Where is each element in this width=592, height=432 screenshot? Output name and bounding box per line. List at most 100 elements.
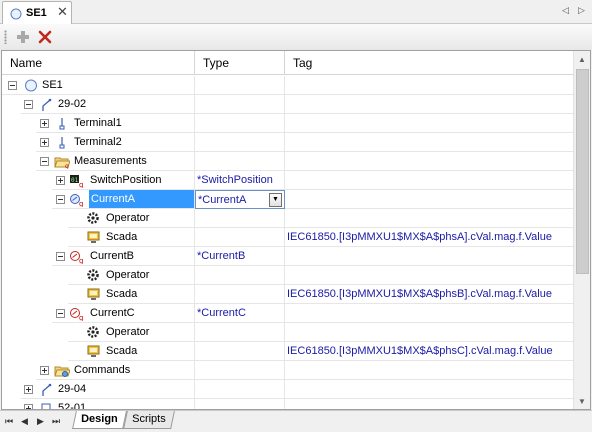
expand-toggle[interactable] xyxy=(56,176,65,185)
scroll-thumb[interactable] xyxy=(576,69,589,274)
type-cell[interactable] xyxy=(195,361,285,380)
type-combobox[interactable]: *CurrentA ▼ xyxy=(195,190,285,209)
tree-grid: Name Type Tag SE1 29-02 Terminal1 Termin… xyxy=(1,50,591,410)
tag-cell[interactable] xyxy=(285,380,573,399)
tab-design[interactable]: Design xyxy=(72,411,127,429)
tree-row-terminal1[interactable]: Terminal1 xyxy=(2,114,573,133)
terminal-icon xyxy=(59,118,65,130)
type-cell[interactable] xyxy=(195,228,285,247)
expand-toggle[interactable] xyxy=(24,385,33,394)
column-header-type[interactable]: Type xyxy=(195,51,285,75)
tag-cell[interactable]: IEC61850.[I3pMMXU1$MX$A$phsC].cVal.mag.f… xyxy=(285,342,573,361)
svg-text:01: 01 xyxy=(71,177,79,184)
add-button[interactable] xyxy=(14,28,32,46)
tag-cell[interactable] xyxy=(285,361,573,380)
tree-row-commands[interactable]: Commands xyxy=(2,361,573,380)
type-cell[interactable] xyxy=(195,399,285,409)
tree-row-29-02[interactable]: 29-02 xyxy=(2,95,573,114)
tree-row-currentb[interactable]: g CurrentB *CurrentB xyxy=(2,247,573,266)
expand-toggle[interactable] xyxy=(40,366,49,375)
svg-text:g: g xyxy=(79,257,83,264)
tag-cell[interactable] xyxy=(285,266,573,285)
document-tab-title: SE1 xyxy=(26,7,47,19)
tab-scripts[interactable]: Scripts xyxy=(123,411,175,429)
type-cell[interactable] xyxy=(195,209,285,228)
tag-cell[interactable] xyxy=(285,323,573,342)
tree-row-measurements[interactable]: g Measurements xyxy=(2,152,573,171)
type-cell[interactable]: *CurrentC xyxy=(195,304,285,323)
tag-cell[interactable] xyxy=(285,95,573,114)
tab-scroll-left-icon[interactable]: ◁ xyxy=(562,5,569,16)
delete-button[interactable] xyxy=(36,28,54,46)
scroll-down-icon[interactable]: ▼ xyxy=(578,397,586,406)
tree-row-operator-a[interactable]: Operator xyxy=(2,209,573,228)
type-cell[interactable] xyxy=(195,380,285,399)
tab-scroll-right-icon[interactable]: ▷ xyxy=(578,5,585,16)
tag-cell[interactable] xyxy=(285,247,573,266)
tree-row-scada-c[interactable]: Scada IEC61850.[I3pMMXU1$MX$A$phsC].cVal… xyxy=(2,342,573,361)
type-cell[interactable]: *SwitchPosition xyxy=(195,171,285,190)
tree-row-se1[interactable]: SE1 xyxy=(2,76,573,95)
tag-cell[interactable] xyxy=(285,304,573,323)
vertical-scrollbar[interactable]: ▲ ▼ xyxy=(573,51,590,409)
expand-toggle[interactable] xyxy=(40,119,49,128)
type-cell[interactable] xyxy=(195,323,285,342)
type-cell[interactable] xyxy=(195,133,285,152)
tree-row-scada-a[interactable]: Scada IEC61850.[I3pMMXU1$MX$A$phsA].cVal… xyxy=(2,228,573,247)
tree-row-currentc[interactable]: g CurrentC *CurrentC xyxy=(2,304,573,323)
scroll-up-icon[interactable]: ▲ xyxy=(578,55,586,64)
tree-row-operator-b[interactable]: Operator xyxy=(2,266,573,285)
tree-row-52-01[interactable]: 52-01 xyxy=(2,399,573,409)
tag-cell[interactable] xyxy=(285,114,573,133)
type-cell[interactable] xyxy=(195,95,285,114)
tag-cell[interactable] xyxy=(285,76,573,95)
type-cell[interactable]: *CurrentB xyxy=(195,247,285,266)
first-page-icon[interactable]: ⏮ xyxy=(5,416,13,427)
node-label: Scada xyxy=(106,288,138,300)
tag-cell[interactable] xyxy=(285,190,573,209)
close-icon[interactable]: ✕ xyxy=(57,5,68,18)
document-tab-se1[interactable]: SE1 ✕ xyxy=(2,1,72,25)
type-cell[interactable] xyxy=(195,266,285,285)
collapse-toggle[interactable] xyxy=(56,252,65,261)
tree-row-terminal2[interactable]: Terminal2 xyxy=(2,133,573,152)
chevron-down-icon[interactable]: ▼ xyxy=(269,193,282,207)
type-cell[interactable] xyxy=(195,285,285,304)
type-cell[interactable] xyxy=(195,342,285,361)
previous-page-icon[interactable]: ◀ xyxy=(21,416,28,427)
name-cell: Terminal2 xyxy=(36,133,195,152)
type-cell[interactable] xyxy=(195,152,285,171)
expand-toggle[interactable] xyxy=(40,138,49,147)
operator-gear-icon xyxy=(87,269,99,281)
type-combobox-value: *CurrentA xyxy=(198,194,247,206)
switch-bay-icon xyxy=(42,98,52,111)
name-cell: g CurrentB xyxy=(52,247,195,266)
tag-cell[interactable] xyxy=(285,171,573,190)
collapse-toggle[interactable] xyxy=(8,81,17,90)
node-label: CurrentC xyxy=(90,307,135,319)
tree-row-scada-b[interactable]: Scada IEC61850.[I3pMMXU1$MX$A$phsB].cVal… xyxy=(2,285,573,304)
collapse-toggle[interactable] xyxy=(56,309,65,318)
type-cell[interactable] xyxy=(195,76,285,95)
tree-row-currenta[interactable]: g CurrentA *CurrentA ▼ xyxy=(2,190,573,209)
tag-cell[interactable]: IEC61850.[I3pMMXU1$MX$A$phsA].cVal.mag.f… xyxy=(285,228,573,247)
tag-cell[interactable] xyxy=(285,133,573,152)
operator-gear-icon xyxy=(87,326,99,338)
column-header-name[interactable]: Name xyxy=(2,51,195,75)
collapse-toggle[interactable] xyxy=(40,157,49,166)
tree-row-switchposition[interactable]: 01 g SwitchPosition *SwitchPosition xyxy=(2,171,573,190)
tag-cell[interactable] xyxy=(285,209,573,228)
collapse-toggle[interactable] xyxy=(24,100,33,109)
collapse-toggle[interactable] xyxy=(56,195,65,204)
column-header-tag[interactable]: Tag xyxy=(285,51,573,75)
tag-cell[interactable] xyxy=(285,152,573,171)
tree-row-operator-c[interactable]: Operator xyxy=(2,323,573,342)
toolbar-grip[interactable] xyxy=(4,30,7,44)
type-cell[interactable] xyxy=(195,114,285,133)
tag-cell[interactable] xyxy=(285,399,573,409)
tree-row-29-04[interactable]: 29-04 xyxy=(2,380,573,399)
folder-commands-icon xyxy=(54,366,70,377)
tag-cell[interactable]: IEC61850.[I3pMMXU1$MX$A$phsB].cVal.mag.f… xyxy=(285,285,573,304)
last-page-icon[interactable]: ⏭ xyxy=(52,416,60,427)
next-page-icon[interactable]: ▶ xyxy=(37,416,44,427)
